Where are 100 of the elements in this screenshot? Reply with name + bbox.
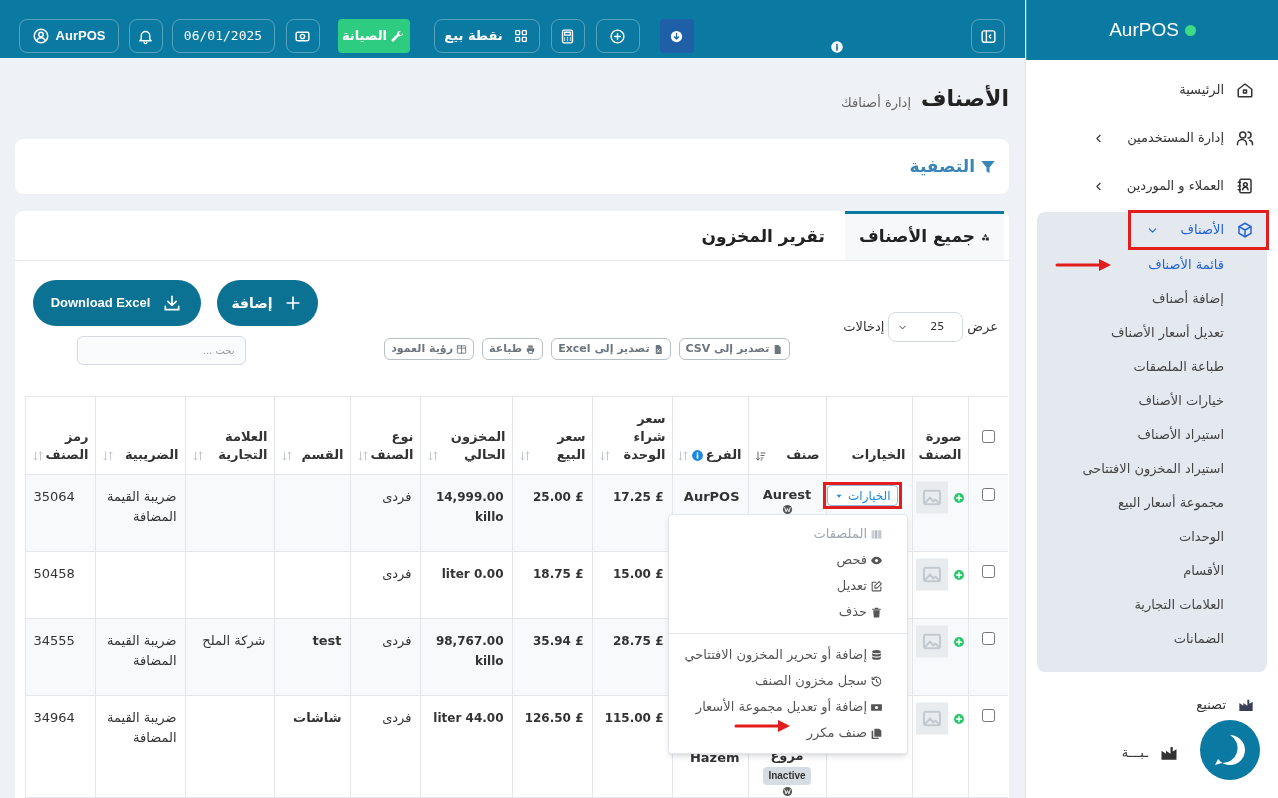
sidebar-item[interactable]: تصنيع [1026, 681, 1278, 729]
menu-item[interactable]: حذف [669, 599, 907, 625]
database-icon [870, 648, 883, 662]
notifications-button[interactable] [128, 19, 163, 53]
contact-card-icon [1236, 177, 1254, 195]
table-cell-text: 28.75 £ [612, 633, 664, 650]
column-header[interactable]: الضريبية [124, 446, 179, 464]
column-header[interactable]: سعر شراء الوحدة [612, 410, 666, 464]
menu-item[interactable]: صنف مكرر [669, 720, 907, 746]
menu-item[interactable]: سجل مخزون الصنف [669, 668, 907, 694]
table-cell-text: test [311, 632, 342, 650]
download-button[interactable] [659, 19, 694, 53]
export-button[interactable]: تصدير إلى CSV [678, 338, 791, 360]
menu-item[interactable]: إضافة أو تعديل مجموعة الأسعار [669, 694, 907, 720]
sidebar-toggle-icon [979, 27, 997, 45]
entries-select[interactable]: 25 [888, 312, 964, 342]
download-excel-button[interactable]: Download Excel [32, 280, 201, 326]
table-cell-text: 35064 [33, 488, 76, 506]
options-button[interactable]: الخيارات [827, 485, 898, 506]
table-cell-text: 15.00 £ [612, 566, 664, 583]
submenu-item[interactable]: إضافة أصناف [1152, 289, 1224, 309]
chat-bubble-icon [1200, 720, 1260, 780]
row-checkbox[interactable] [981, 488, 995, 501]
grid-icon [512, 28, 529, 44]
filter-card[interactable]: التصفية [14, 139, 1009, 194]
column-header[interactable]: نوع الصنف [370, 428, 414, 464]
table-cell-text: 17.25 £ [612, 489, 664, 506]
menu-item[interactable]: تعديل [669, 573, 907, 599]
export-button[interactable]: تصدير إلى Excel [551, 338, 671, 360]
column-header[interactable]: المخزون الحالي [440, 428, 506, 464]
add-item-button[interactable]: إضافة [216, 280, 318, 326]
submenu-item[interactable]: تعديل أسعار الأصناف [1111, 323, 1224, 343]
printer-icon [525, 343, 537, 355]
sidebar-item[interactable]: إدارة المستخدمين [1026, 114, 1278, 162]
table-cell: Aurest [762, 487, 812, 503]
submenu-item[interactable]: طباعة الملصقات [1133, 357, 1224, 377]
columns-icon [456, 343, 467, 355]
image-placeholder-icon [915, 624, 948, 659]
info-icon[interactable] [690, 449, 704, 462]
download-icon [162, 293, 183, 313]
submenu-item[interactable]: الأقسام [1183, 561, 1224, 581]
barcode-icon [870, 527, 883, 541]
add-button[interactable] [595, 19, 640, 53]
submenu-item[interactable]: العلامات التجارية [1134, 595, 1224, 615]
page-subtitle: إدارة أصنافك [841, 96, 911, 110]
search-field[interactable]: بحث ... [76, 336, 246, 365]
column-header[interactable]: رمز الصنف [45, 428, 89, 464]
submenu-item[interactable]: خيارات الأصناف [1138, 391, 1224, 411]
table-cell-text: ضريبة القيمة المضافة [106, 709, 177, 747]
sidebar-toggle-button[interactable] [971, 19, 1005, 53]
wrench-icon [390, 28, 406, 44]
calculator-icon [559, 27, 576, 45]
column-header[interactable]: الخيارات [851, 446, 906, 464]
submenu-item[interactable]: استيراد المخزون الافتتاحى [1082, 459, 1224, 479]
file-icon [772, 343, 784, 355]
sidebar-item[interactable]: الأصناف [1129, 212, 1267, 248]
sidebar-item[interactable]: ـبـــة [1026, 729, 1278, 777]
entries-label: إدخالات [843, 318, 885, 337]
column-header[interactable]: القسم [301, 446, 344, 464]
status-badge: Inactive [763, 767, 811, 785]
column-header[interactable]: الفرع [705, 446, 742, 464]
user-menu-button[interactable]: AurPOS [18, 19, 119, 53]
table-cell-text: 25.00 £ [532, 489, 584, 506]
column-header[interactable]: صنف [786, 446, 820, 464]
sort-descending-icon[interactable] [754, 450, 767, 462]
date-button[interactable]: 06/01/2025 [171, 19, 275, 53]
table-cell-text: 98,767.00 killo [434, 633, 504, 670]
tab[interactable]: جميع الأصناف [845, 211, 1004, 260]
select-all-checkbox[interactable] [981, 429, 995, 443]
cash-button[interactable] [285, 19, 320, 53]
column-header[interactable]: العلامة التجارية [205, 428, 268, 464]
sidebar-item[interactable]: العملاء و الموردين [1026, 162, 1278, 210]
sidebar-item[interactable]: الرئيسية [1026, 66, 1278, 114]
row-checkbox[interactable] [981, 632, 995, 645]
row-checkbox[interactable] [981, 565, 995, 578]
row-checkbox[interactable] [981, 709, 995, 722]
table-cell-text: فردى [381, 565, 412, 583]
calculator-button[interactable] [550, 19, 585, 53]
submenu-item[interactable]: استيراد الأصناف [1137, 425, 1224, 445]
image-placeholder-icon [915, 480, 948, 515]
export-button[interactable]: طباعة [482, 338, 544, 360]
submenu-item[interactable]: الضمانات [1173, 629, 1224, 649]
home-icon [1236, 81, 1254, 99]
column-header[interactable]: سعر البيع [532, 428, 586, 464]
menu-item[interactable]: إضافة أو تحرير المخزون الافتتاحي [669, 642, 907, 668]
table-cell-text: ضريبة القيمة المضافة [106, 488, 177, 526]
submenu-item[interactable]: مجموعة أسعار البيع [1118, 493, 1224, 513]
table-cell: مروع [770, 748, 804, 764]
tab[interactable]: تقرير المخزون [695, 211, 845, 260]
arrow [734, 720, 792, 732]
export-button[interactable]: رؤية العمود [384, 338, 474, 360]
table-cell-text: 50458 [33, 565, 76, 583]
chat-button[interactable] [1200, 720, 1260, 780]
column-header[interactable]: صورة الصنف [918, 428, 962, 464]
pos-button[interactable]: نقطة بيع [433, 19, 540, 53]
submenu-item[interactable]: الوحدات [1179, 527, 1224, 547]
menu-item[interactable]: فحص [669, 547, 907, 573]
image-placeholder-icon [915, 557, 948, 592]
submenu-item[interactable]: قائمة الأصناف [1148, 255, 1224, 275]
info-icon[interactable] [829, 40, 844, 54]
